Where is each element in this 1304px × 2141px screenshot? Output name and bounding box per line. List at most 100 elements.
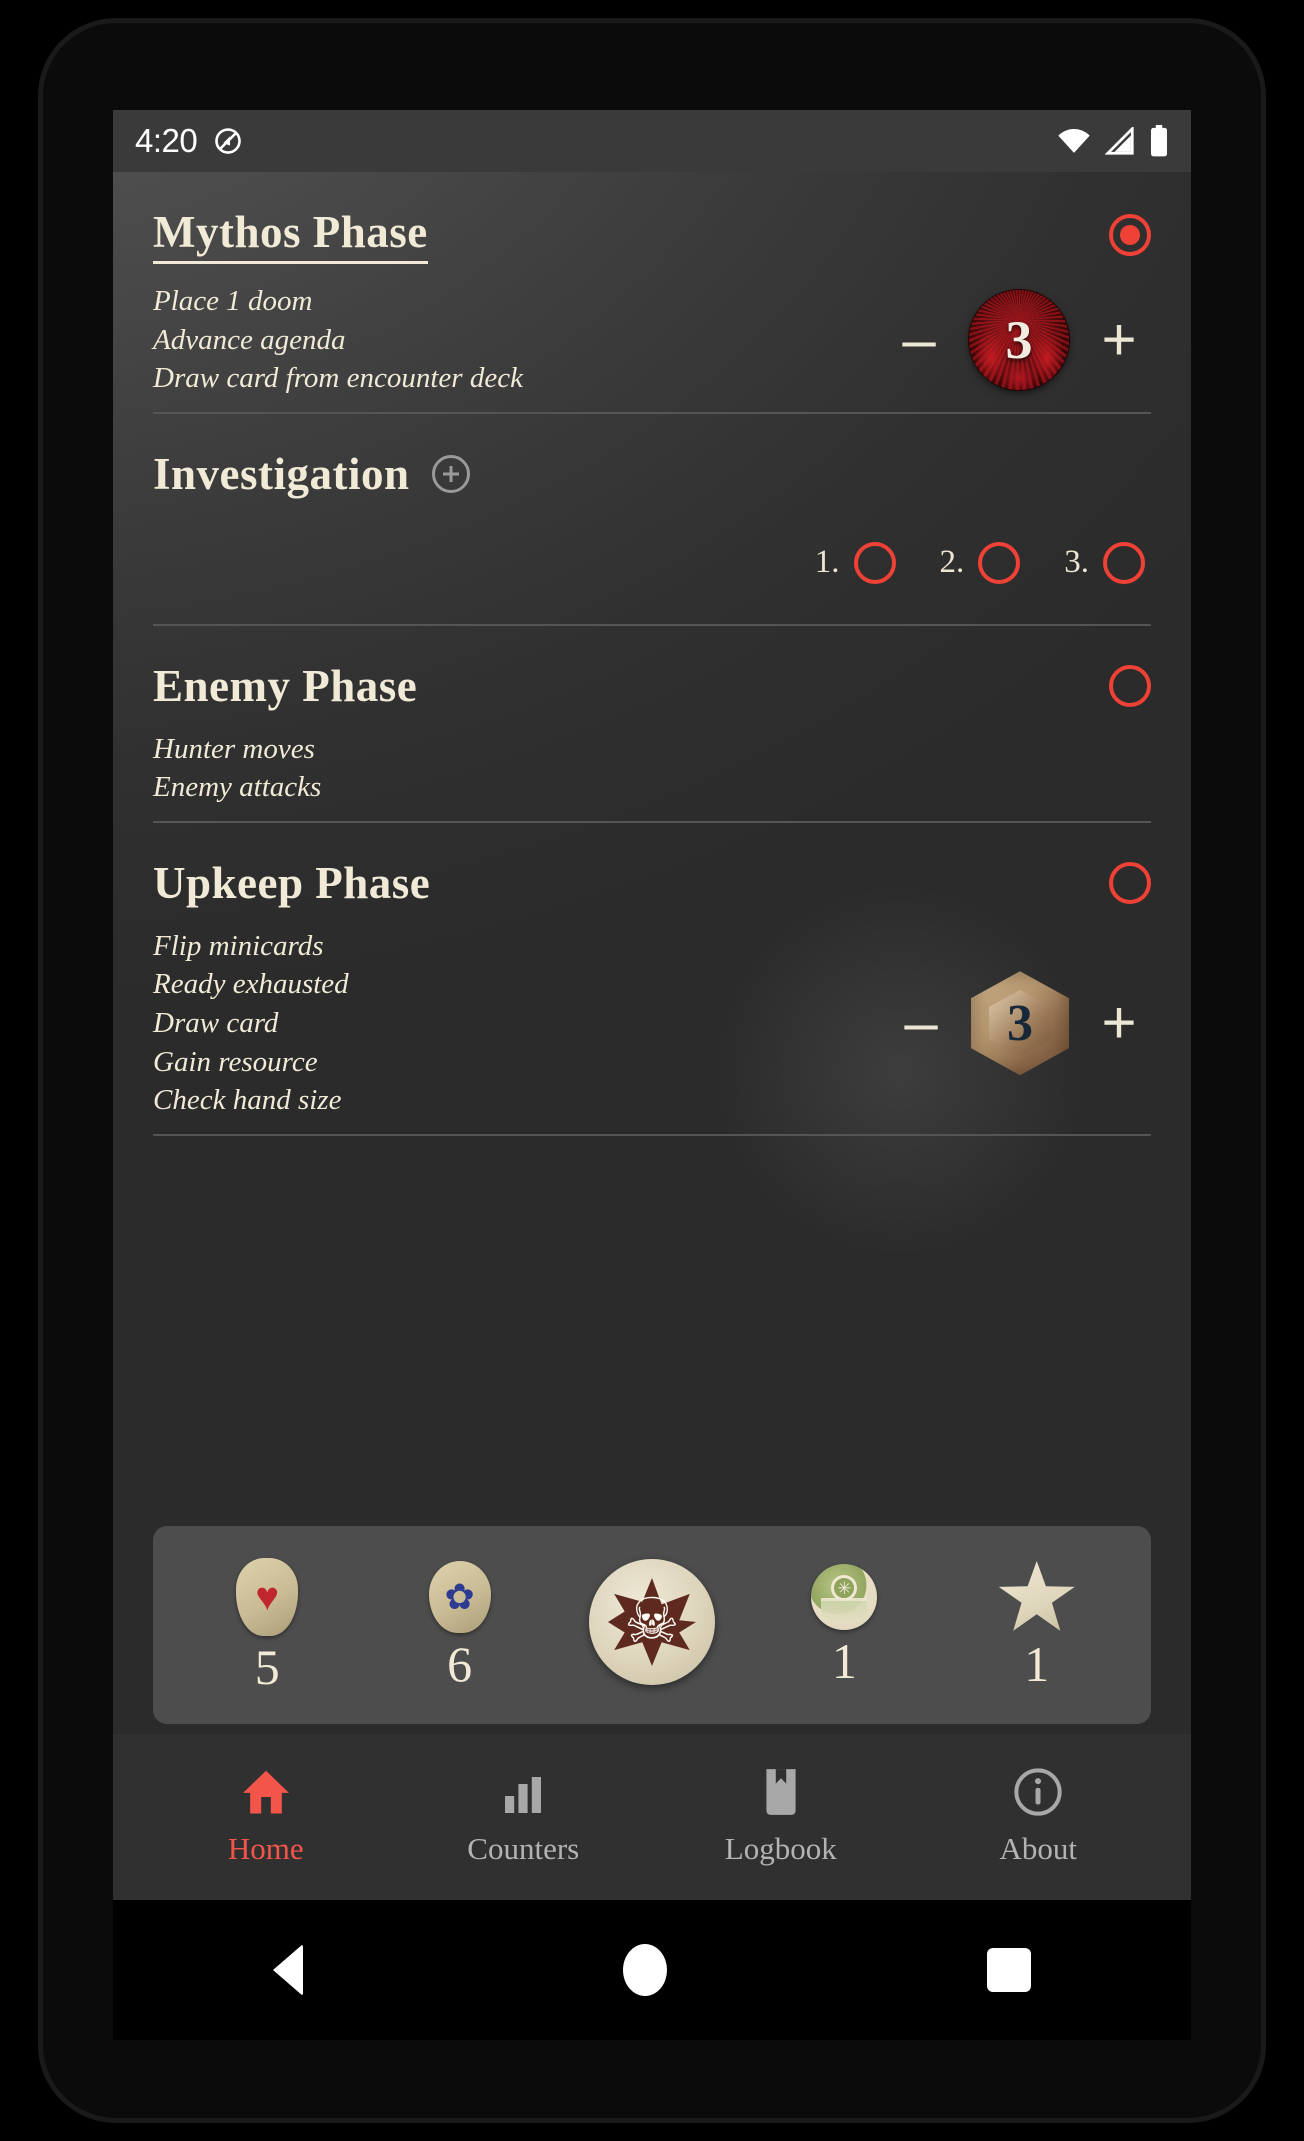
mythos-body: Place 1 doom Advance agenda Draw card fr… bbox=[153, 264, 1151, 412]
resource-decrement-button[interactable]: – bbox=[901, 993, 941, 1053]
nav-item-counters[interactable]: Counters bbox=[428, 1767, 618, 1867]
phase-section-investigation: Investigation 1. 2. 3. bbox=[153, 414, 1151, 626]
step-item: Advance agenda bbox=[153, 323, 346, 356]
phase-section-upkeep: Upkeep Phase Flip minicards Ready exhaus… bbox=[153, 823, 1151, 1136]
upkeep-header: Upkeep Phase bbox=[153, 823, 1151, 909]
counter-sanity[interactable]: ✿ 6 bbox=[398, 1561, 522, 1689]
investigation-action-3[interactable]: 3. bbox=[1064, 541, 1145, 584]
health-token-icon: ♥ bbox=[236, 1558, 299, 1636]
nav-item-about[interactable]: About bbox=[943, 1767, 1133, 1867]
resource-token[interactable]: 3 bbox=[971, 971, 1069, 1076]
counter-chaos[interactable]: ☠ bbox=[588, 1559, 715, 1691]
info-icon bbox=[1013, 1767, 1063, 1817]
resource-token-value: 3 bbox=[1007, 994, 1033, 1052]
android-back-button[interactable] bbox=[273, 1944, 303, 1996]
status-bar: 4:20 bbox=[113, 110, 1191, 172]
nav-label-counters: Counters bbox=[467, 1831, 580, 1866]
status-bar-left: 4:20 bbox=[135, 122, 243, 160]
step-item: Gain resource bbox=[153, 1045, 318, 1078]
action-number: 1. bbox=[814, 544, 840, 581]
nav-label-logbook: Logbook bbox=[724, 1831, 837, 1866]
step-item: Enemy attacks bbox=[153, 771, 322, 804]
heart-icon: ♥ bbox=[255, 1574, 280, 1619]
counter-health[interactable]: ♥ 5 bbox=[205, 1558, 329, 1692]
counter-star[interactable]: 1 bbox=[975, 1561, 1099, 1689]
doom-token[interactable]: 3 bbox=[969, 289, 1069, 390]
clue-count: 1 bbox=[831, 1633, 857, 1689]
action-radio-2[interactable] bbox=[978, 541, 1021, 584]
star-token-icon bbox=[998, 1561, 1075, 1631]
action-radio-3[interactable] bbox=[1103, 541, 1145, 584]
step-item: Flip minicards bbox=[153, 929, 324, 962]
mythos-steps: Place 1 doom Advance agenda Draw card fr… bbox=[153, 282, 523, 398]
step-item: Draw card bbox=[153, 1006, 279, 1039]
step-item: Check hand size bbox=[153, 1084, 342, 1117]
phase-radio-enemy[interactable] bbox=[1109, 664, 1151, 707]
nav-item-logbook[interactable]: Logbook bbox=[686, 1767, 876, 1867]
counter-bar: ♥ 5 ✿ 6 ☠ ✳ 1 1 bbox=[153, 1526, 1151, 1724]
clue-token-icon: ✳ bbox=[811, 1564, 878, 1630]
step-item: Place 1 doom bbox=[153, 285, 313, 317]
home-icon bbox=[240, 1767, 292, 1817]
action-number: 3. bbox=[1064, 544, 1089, 581]
step-item: Draw card from encounter deck bbox=[153, 362, 523, 395]
star-count: 1 bbox=[1024, 1636, 1050, 1692]
enemy-steps: Hunter moves Enemy attacks bbox=[153, 730, 321, 807]
mythos-header: Mythos Phase bbox=[153, 172, 1151, 264]
step-item: Ready exhausted bbox=[153, 968, 349, 1001]
chaos-token-icon: ☠ bbox=[588, 1559, 715, 1685]
doom-increment-button[interactable]: + bbox=[1099, 309, 1139, 370]
doom-token-value: 3 bbox=[1005, 309, 1033, 370]
bottom-navigation: Home Counters Logbook About bbox=[113, 1734, 1191, 1900]
investigation-action-2[interactable]: 2. bbox=[939, 541, 1021, 584]
investigation-header: Investigation bbox=[153, 414, 1151, 500]
counter-clue[interactable]: ✳ 1 bbox=[782, 1564, 906, 1686]
phase-title-mythos: Mythos Phase bbox=[153, 206, 428, 264]
nav-item-home[interactable]: Home bbox=[171, 1767, 361, 1867]
section-divider bbox=[153, 1133, 1151, 1136]
clue-token-flourish bbox=[821, 1598, 868, 1624]
bookmark-icon bbox=[759, 1767, 803, 1817]
status-bar-clock: 4:20 bbox=[135, 122, 198, 159]
resource-stepper: – 3 + bbox=[901, 971, 1151, 1076]
doom-decrement-button[interactable]: – bbox=[899, 309, 939, 370]
status-bar-right bbox=[1057, 125, 1169, 157]
battery-full-icon bbox=[1149, 125, 1169, 157]
cell-signal-icon bbox=[1105, 127, 1135, 155]
android-recents-button[interactable] bbox=[987, 1948, 1031, 1992]
android-home-button[interactable] bbox=[623, 1944, 667, 1996]
phase-radio-upkeep[interactable] bbox=[1109, 861, 1151, 904]
sanity-token-icon: ✿ bbox=[428, 1561, 491, 1633]
investigation-action-1[interactable]: 1. bbox=[814, 541, 896, 584]
nav-label-about: About bbox=[999, 1831, 1078, 1866]
health-count: 5 bbox=[254, 1639, 280, 1695]
android-system-navigation bbox=[113, 1900, 1191, 2040]
clue-star-glyph: ✳ bbox=[837, 1578, 852, 1598]
enemy-header: Enemy Phase bbox=[153, 626, 1151, 712]
device-frame: 4:20 Mythos Phase Place 1 doom Advance a… bbox=[0, 0, 1304, 2141]
phase-title-investigation: Investigation bbox=[153, 448, 410, 499]
action-radio-1[interactable] bbox=[853, 541, 896, 584]
add-action-icon[interactable] bbox=[431, 454, 470, 493]
upkeep-body: Flip minicards Ready exhausted Draw card… bbox=[153, 909, 1151, 1134]
nav-label-home: Home bbox=[227, 1831, 304, 1866]
phase-title-enemy: Enemy Phase bbox=[153, 660, 418, 711]
brain-icon: ✿ bbox=[444, 1577, 475, 1617]
phase-radio-mythos[interactable] bbox=[1109, 214, 1151, 256]
phase-section-enemy: Enemy Phase Hunter moves Enemy attacks bbox=[153, 626, 1151, 823]
resource-increment-button[interactable]: + bbox=[1099, 993, 1139, 1053]
app-content: Mythos Phase Place 1 doom Advance agenda… bbox=[113, 172, 1191, 1900]
wifi-icon bbox=[1057, 127, 1091, 155]
step-item: Hunter moves bbox=[153, 732, 315, 765]
bar-chart-icon bbox=[499, 1767, 547, 1817]
investigation-actions: 1. 2. 3. bbox=[153, 500, 1151, 624]
phase-title-upkeep: Upkeep Phase bbox=[153, 857, 431, 908]
enemy-body: Hunter moves Enemy attacks bbox=[153, 712, 1151, 821]
phone-screen: 4:20 Mythos Phase Place 1 doom Advance a… bbox=[113, 110, 1191, 1900]
location-off-icon bbox=[213, 126, 243, 156]
upkeep-steps: Flip minicards Ready exhausted Draw card… bbox=[153, 927, 349, 1120]
phase-section-mythos: Mythos Phase Place 1 doom Advance agenda… bbox=[153, 172, 1151, 414]
action-number: 2. bbox=[939, 544, 965, 581]
sanity-count: 6 bbox=[447, 1636, 473, 1692]
skull-icon: ☠ bbox=[624, 1588, 680, 1656]
